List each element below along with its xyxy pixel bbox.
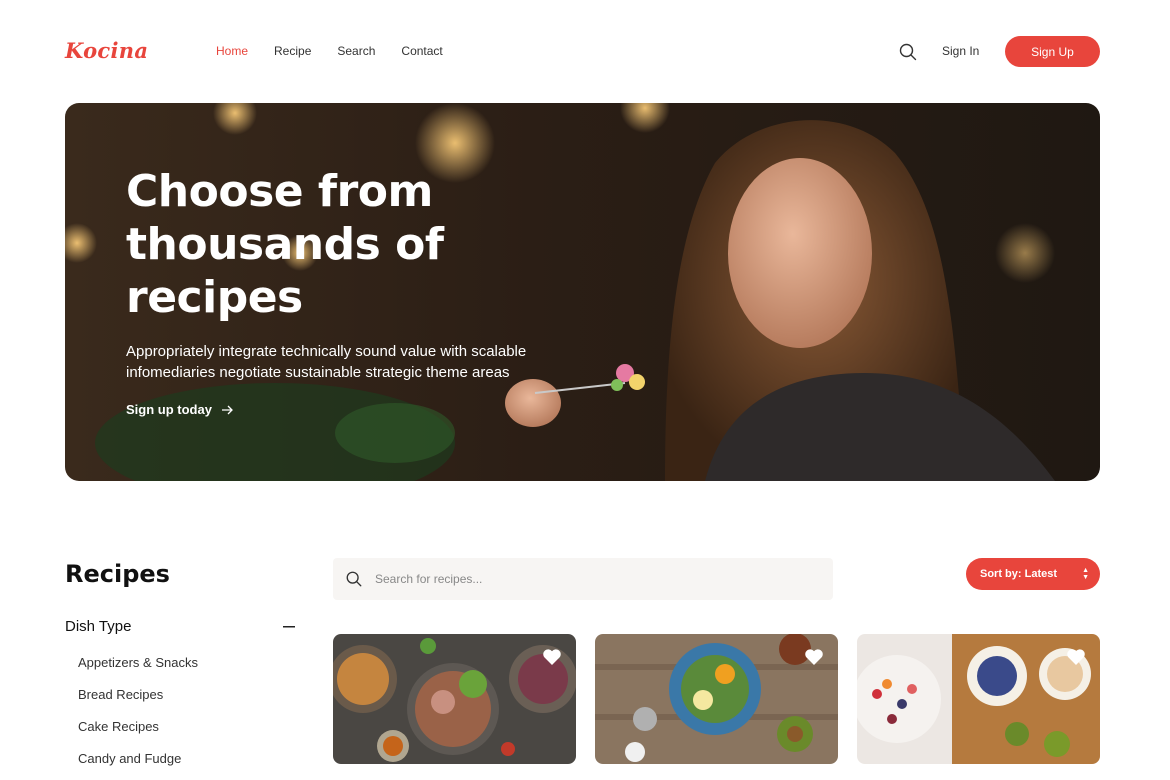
heart-icon[interactable] — [542, 648, 562, 666]
sort-arrows-icon: ▲ ▼ — [1082, 567, 1089, 581]
sign-up-button[interactable]: Sign Up — [1005, 36, 1100, 67]
nav-search[interactable]: Search — [337, 44, 375, 58]
recipe-image — [595, 634, 838, 764]
recipes-heading: Recipes — [65, 560, 170, 588]
dish-type-list: Appetizers & Snacks Bread Recipes Cake R… — [78, 655, 198, 780]
recipe-search-input[interactable] — [375, 572, 815, 586]
sign-in-link[interactable]: Sign In — [942, 44, 979, 58]
dish-type-item[interactable]: Cake Recipes — [78, 719, 198, 751]
cta-label: Sign up today — [126, 402, 212, 417]
hero-subtitle: Appropriately integrate technically soun… — [126, 343, 527, 381]
minus-icon[interactable] — [283, 625, 295, 628]
nav-recipe[interactable]: Recipe — [274, 44, 311, 58]
dish-type-item[interactable]: Appetizers & Snacks — [78, 655, 198, 687]
arrow-right-icon — [221, 405, 233, 414]
sort-label: Sort by: Latest — [980, 568, 1058, 580]
search-icon — [346, 571, 362, 587]
sort-dropdown[interactable]: Sort by: Latest ▲ ▼ — [966, 558, 1100, 590]
main-nav: Home Recipe Search Contact — [216, 44, 443, 58]
dish-type-label: Dish Type — [65, 618, 132, 635]
recipe-image — [857, 634, 1100, 764]
recipe-search-bar — [333, 558, 833, 600]
dish-type-item[interactable]: Candy and Fudge — [78, 751, 198, 780]
search-icon[interactable] — [898, 42, 918, 62]
recipe-card[interactable] — [333, 634, 576, 764]
sign-up-today-link[interactable]: Sign up today — [126, 402, 234, 417]
recipe-image — [333, 634, 576, 764]
dish-type-filter-toggle[interactable]: Dish Type — [65, 618, 295, 635]
heart-icon[interactable] — [1066, 648, 1086, 666]
nav-home[interactable]: Home — [216, 44, 248, 58]
dish-type-item[interactable]: Bread Recipes — [78, 687, 198, 719]
recipe-card[interactable] — [857, 634, 1100, 764]
heart-icon[interactable] — [804, 648, 824, 666]
hero-banner: Choose from thousands of recipes Appropr… — [65, 103, 1100, 481]
hero-title: Choose from thousands of recipes — [126, 166, 444, 323]
recipe-card[interactable] — [595, 634, 838, 764]
nav-contact[interactable]: Contact — [401, 44, 442, 58]
logo[interactable]: Kocina — [65, 38, 148, 63]
